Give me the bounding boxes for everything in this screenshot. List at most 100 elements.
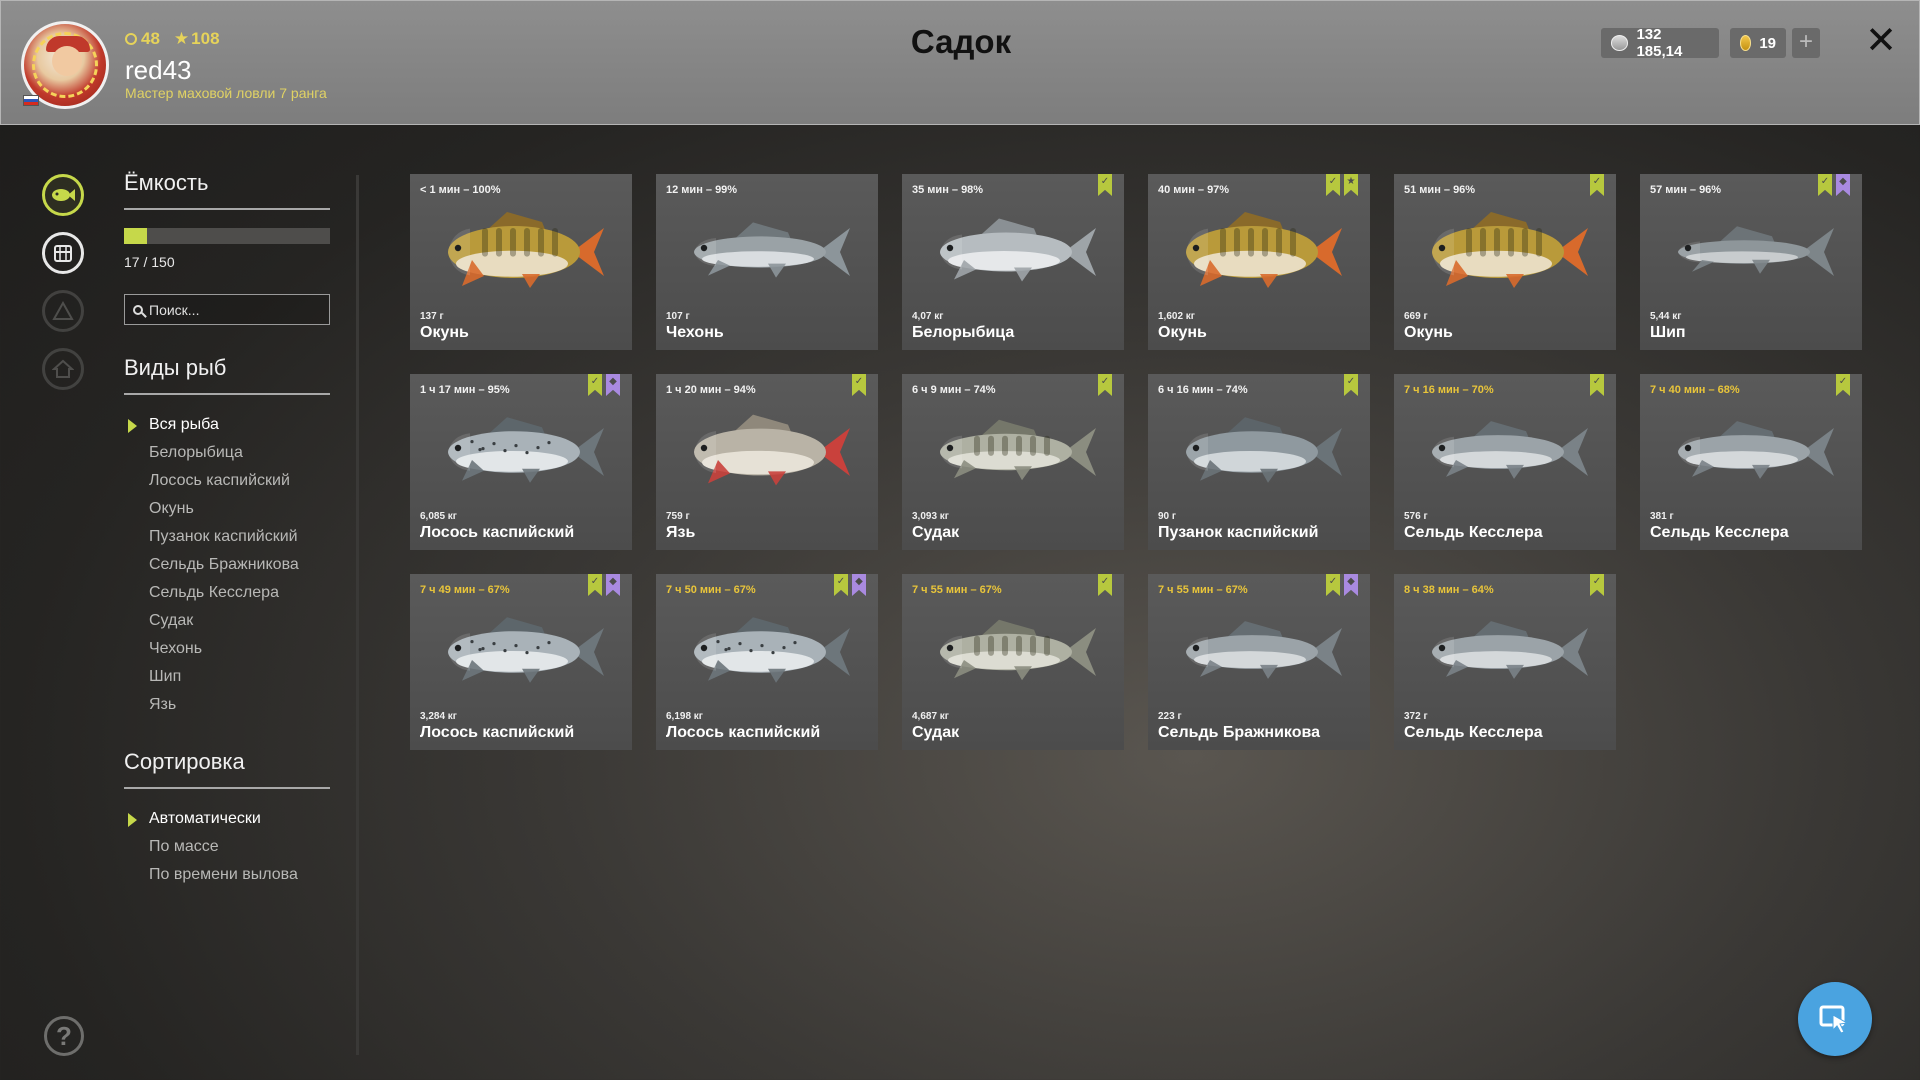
stars-indicator: ★ 108 (174, 29, 220, 49)
fish-card[interactable]: 1 ч 17 мин – 95% ✓ ◆ 6,085 кг Лосось каспийс… (410, 374, 632, 550)
trophy-mark-icon: ✓ (588, 574, 602, 596)
fish-name: Белорыбица (912, 324, 1015, 341)
sort-option-label: По массе (149, 838, 219, 855)
species-filter-item[interactable]: Окунь (124, 495, 330, 523)
player-rank: Мастер маховой ловли 7 ранга (125, 85, 327, 101)
fish-weight: 372 г (1404, 711, 1428, 722)
species-filter-item[interactable]: Белорыбица (124, 439, 330, 467)
fish-card[interactable]: 35 мин – 98% ✓ 4,07 кг Белорыбица (902, 174, 1124, 350)
species-filter-list: Вся рыба Белорыбица Лосось каспийский Окунь… (124, 411, 330, 719)
fish-name: Лосось каспийский (666, 724, 821, 741)
trophy-star-mark-icon: ★ (1344, 174, 1358, 196)
gold-amount: 19 (1759, 34, 1776, 52)
camp-tab-icon[interactable] (42, 290, 84, 332)
search-box[interactable] (124, 294, 330, 325)
fish-weight: 107 г (666, 311, 690, 322)
fish-weight: 381 г (1650, 511, 1674, 522)
fish-name: Лосось каспийский (420, 524, 575, 541)
species-filter-item[interactable]: Язь (124, 691, 330, 719)
fish-weight: 6,085 кг (420, 511, 457, 522)
fish-marks: ✓ (1344, 374, 1358, 396)
species-filter-item[interactable]: Лосось каспийский (124, 467, 330, 495)
trophy-mark-icon: ✓ (1344, 374, 1358, 396)
herring-fish-icon (1432, 621, 1588, 679)
fish-card[interactable]: 8 ч 38 мин – 64% ✓ 372 г Сельдь Кесслера (1394, 574, 1616, 750)
species-filter-label: Окунь (149, 500, 194, 517)
trophy-mark-icon: ✓ (1590, 574, 1604, 596)
fish-weight: 4,07 кг (912, 311, 944, 322)
species-filter-label: Белорыбица (149, 444, 243, 461)
sort-option-label: По времени вылова (149, 866, 298, 883)
unique-mark-icon: ◆ (606, 574, 620, 596)
sidebar-divider (356, 175, 359, 1055)
fish-card[interactable]: 6 ч 16 мин – 74% ✓ 90 г Пузанок каспийский (1148, 374, 1370, 550)
catch-time-freshness: 12 мин – 99% (666, 184, 738, 196)
fish-name: Окунь (1404, 324, 1453, 341)
species-title: Виды рыб (124, 355, 330, 395)
capacity-title: Ёмкость (124, 170, 330, 210)
fish-card[interactable]: 57 мин – 96% ✓ ◆ 5,44 кг Шип (1640, 174, 1862, 350)
sort-option-item[interactable]: Автоматически (124, 805, 330, 833)
zander-fish-icon (940, 619, 1096, 681)
add-gold-button[interactable]: + (1792, 28, 1820, 58)
fish-card[interactable]: 7 ч 40 мин – 68% ✓ 381 г Сельдь Кесслера (1640, 374, 1862, 550)
trophy-mark-icon: ✓ (588, 374, 602, 396)
fish-name: Окунь (420, 324, 469, 341)
level-indicator: 48 (125, 29, 160, 49)
trophy-mark-icon: ✓ (1590, 174, 1604, 196)
capacity-fill (124, 228, 148, 244)
fish-name: Шип (1650, 324, 1686, 341)
silver-balance: 132 185,14 (1601, 26, 1719, 60)
fish-card[interactable]: 1 ч 20 мин – 94% ✓ 759 г Язь (656, 374, 878, 550)
sturgeon-fish-icon (1678, 226, 1834, 276)
close-button[interactable]: ✕ (1863, 21, 1899, 61)
sort-option-item[interactable]: По времени вылова (124, 861, 330, 889)
search-input[interactable] (149, 301, 319, 318)
sort-option-list: Автоматически По массе По времени вылова (124, 805, 330, 889)
ide-fish-icon (694, 414, 850, 486)
fish-card[interactable]: 6 ч 9 мин – 74% ✓ 3,093 кг Судак (902, 374, 1124, 550)
home-tab-icon[interactable] (42, 348, 84, 390)
trophy-mark-icon: ✓ (1098, 574, 1112, 596)
trophy-mark-icon: ✓ (1590, 374, 1604, 396)
species-filter-item[interactable]: Чехонь (124, 635, 330, 663)
species-filter-label: Сельдь Бражникова (149, 556, 299, 573)
fish-weight: 3,284 кг (420, 711, 457, 722)
fish-card[interactable]: 7 ч 55 мин – 67% ✓ ◆ 223 г Сельдь Бражникова (1148, 574, 1370, 750)
species-filter-label: Лосось каспийский (149, 472, 290, 489)
keepnet-tab-icon[interactable] (42, 232, 84, 274)
fish-card[interactable]: 7 ч 50 мин – 67% ✓ ◆ 6,198 кг Лосось каспийс… (656, 574, 878, 750)
species-filter-item[interactable]: Вся рыба (124, 411, 330, 439)
species-filter-item[interactable]: Сельдь Бражникова (124, 551, 330, 579)
species-filter-item[interactable]: Сельдь Кесслера (124, 579, 330, 607)
sort-option-item[interactable]: По массе (124, 833, 330, 861)
herring-fish-icon (1186, 621, 1342, 679)
fish-card[interactable]: 51 мин – 96% ✓ 669 г Окунь (1394, 174, 1616, 350)
fish-card[interactable]: 40 мин – 97% ✓ ★ 1,602 кг Окунь (1148, 174, 1370, 350)
fish-weight: 223 г (1158, 711, 1182, 722)
fish-name: Пузанок каспийский (1158, 524, 1319, 541)
silver-coin-icon (1611, 35, 1629, 51)
capacity-bar (124, 228, 330, 244)
fish-tab-icon[interactable] (42, 174, 84, 216)
species-filter-item[interactable]: Шип (124, 663, 330, 691)
top-bar: 48 ★ 108 red43 Мастер маховой ловли 7 ран… (0, 0, 1920, 125)
fish-card[interactable]: 7 ч 49 мин – 67% ✓ ◆ 3,284 кг Лосось каспийс… (410, 574, 632, 750)
species-filter-item[interactable]: Пузанок каспийский (124, 523, 330, 551)
species-filter-label: Сельдь Кесслера (149, 584, 279, 601)
fish-card[interactable]: 12 мин – 99% 107 г Чехонь (656, 174, 878, 350)
fish-card[interactable]: 7 ч 55 мин – 67% ✓ 4,687 кг Судак (902, 574, 1124, 750)
fish-card[interactable]: 7 ч 16 мин – 70% ✓ 576 г Сельдь Кесслера (1394, 374, 1616, 550)
fish-marks: ✓ (852, 374, 866, 396)
cursor-mode-button[interactable] (1798, 982, 1872, 1056)
fish-name: Лосось каспийский (420, 724, 575, 741)
fish-grid: < 1 мин – 100% 137 г Окунь 12 мин – 99% 107 … (410, 174, 1865, 750)
species-filter-item[interactable]: Судак (124, 607, 330, 635)
trophy-mark-icon: ✓ (1098, 174, 1112, 196)
fish-name: Окунь (1158, 324, 1207, 341)
fish-card[interactable]: < 1 мин – 100% 137 г Окунь (410, 174, 632, 350)
trophy-mark-icon: ✓ (1098, 374, 1112, 396)
help-button[interactable]: ? (44, 1016, 84, 1056)
fish-marks: ✓ (1098, 574, 1112, 596)
trophy-mark-icon: ✓ (852, 374, 866, 396)
